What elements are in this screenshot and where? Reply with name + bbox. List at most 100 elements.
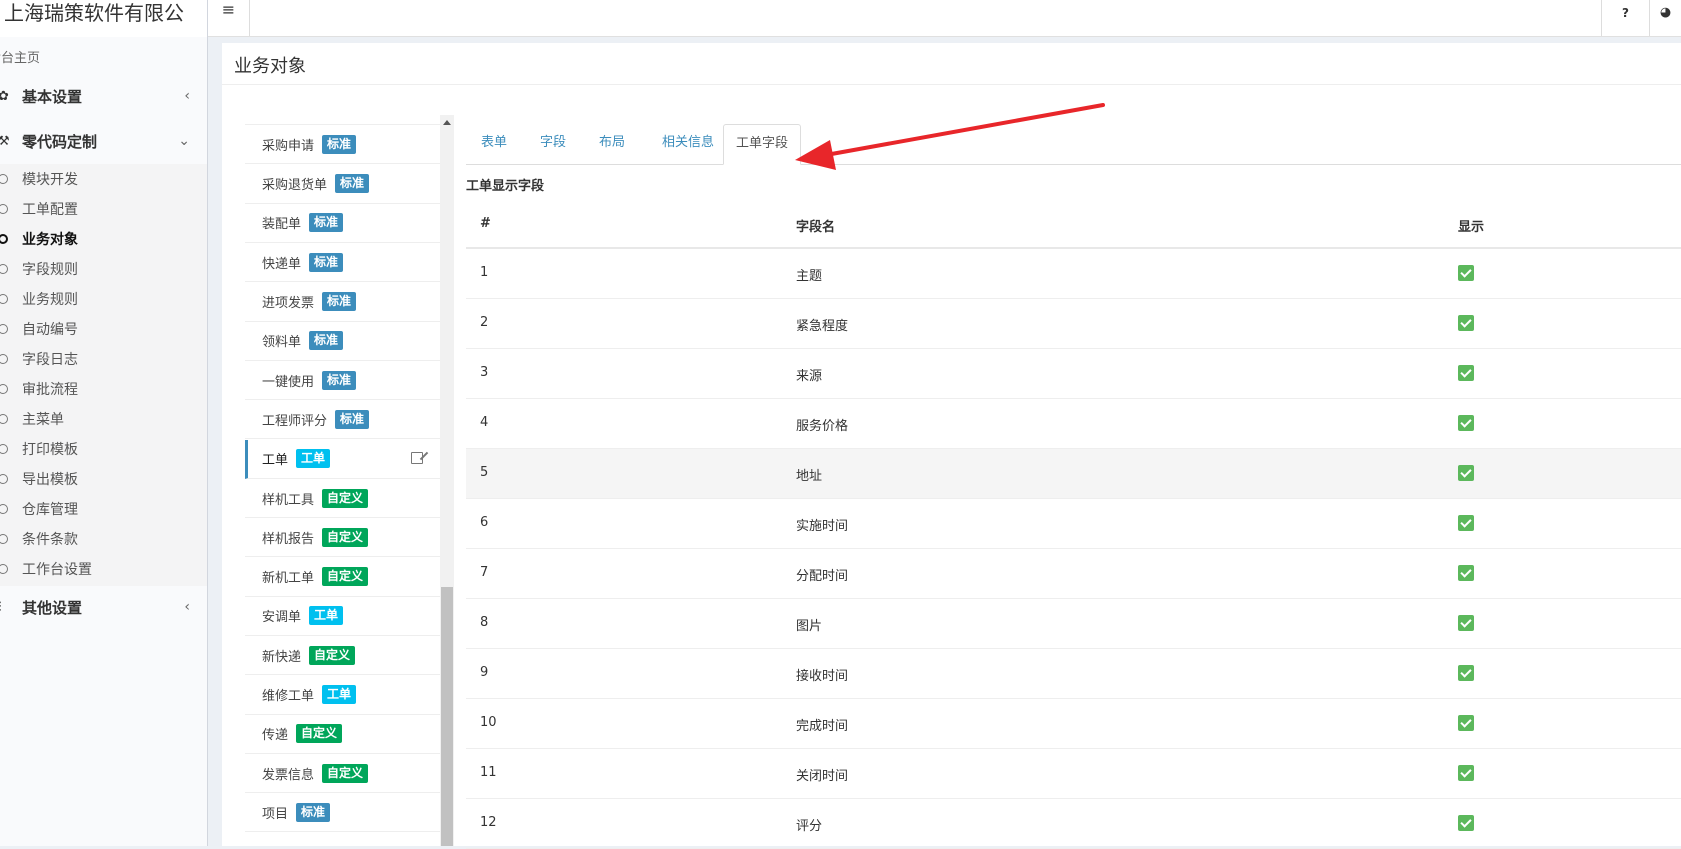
object-list-item[interactable]: 样机报告 自定义 — [245, 518, 440, 558]
sidebar-item-label: 仓库管理 — [22, 502, 78, 518]
object-type-badge: 自定义 — [322, 763, 369, 783]
menu-toggle-icon[interactable]: ≡ — [208, 0, 250, 36]
pie-chart-icon[interactable]: ◕ — [1649, 0, 1681, 36]
object-list: 工作日程标准采购申请标准采购退货单标准装配单标准快递单标准进项发票标准领料单标准… — [245, 115, 440, 846]
sidebar-item[interactable]: 字段日志 — [0, 344, 207, 374]
sidebar-item[interactable]: 工作台设置 — [0, 554, 207, 584]
field-name: 分配时间 — [796, 569, 849, 584]
sidebar-item[interactable]: 字段规则 — [0, 254, 207, 284]
object-name: 发票信息 — [262, 767, 315, 783]
sidebar-item[interactable]: 仓库管理 — [0, 494, 207, 524]
visible-checkbox[interactable] — [1458, 415, 1474, 435]
circle-icon — [0, 534, 8, 544]
object-list-item[interactable]: 领料单 标准 — [245, 322, 440, 361]
checkmark-icon — [1458, 565, 1474, 581]
object-list-item[interactable]: 采购退货单 标准 — [245, 165, 440, 204]
object-list-item[interactable]: 样机工具 自定义 — [245, 479, 440, 518]
visible-checkbox[interactable] — [1458, 265, 1474, 285]
nav-group-zero-code[interactable]: ⚒ 零代码定制 ⌄ — [0, 118, 207, 164]
scroll-up-arrow-icon[interactable] — [443, 120, 451, 125]
object-list-item[interactable]: 快递单 标准 — [245, 243, 440, 283]
tab-layout[interactable]: 布局 — [590, 124, 634, 165]
object-name: 快递单 — [262, 256, 302, 272]
object-type-badge: 标准 — [309, 252, 344, 272]
object-list-item[interactable]: 新机工单 自定义 — [245, 558, 440, 597]
visible-checkbox[interactable] — [1458, 365, 1474, 385]
tab-form[interactable]: 表单 — [472, 124, 516, 165]
row-index: 7 — [480, 565, 489, 580]
checkmark-icon — [1458, 265, 1474, 281]
sidebar-item[interactable]: 自动编号 — [0, 314, 207, 344]
sidebar-item[interactable]: 主菜单 — [0, 404, 207, 434]
circle-icon — [0, 294, 8, 304]
sliders-icon: ⫶ — [0, 600, 22, 615]
object-list-item[interactable]: 工程师评分 标准 — [245, 400, 440, 440]
visible-checkbox[interactable] — [1458, 465, 1474, 485]
object-list-item[interactable]: 维修工单 工单 — [245, 676, 440, 715]
object-list-scrollbar[interactable] — [440, 115, 454, 846]
fields-table: # 字段名 显示 1 主题 2 紧急程度 3 来源 4 服务价格 5 地址 6 实施时间 7 分配时间 8 图… — [466, 199, 1681, 849]
tab-fields[interactable]: 字段 — [531, 124, 575, 165]
row-index: 6 — [480, 515, 489, 530]
object-list-item[interactable]: 进项发票 标准 — [245, 283, 440, 322]
help-button[interactable]: ? — [1601, 0, 1649, 36]
sidebar-item[interactable]: 模块开发 — [0, 164, 207, 194]
object-list-item[interactable]: 新快递 自定义 — [245, 636, 440, 676]
nav-group-other-settings[interactable]: ⫶ 其他设置 ‹ — [0, 584, 207, 630]
object-type-badge: 标准 — [296, 802, 331, 822]
checkmark-icon — [1458, 665, 1474, 681]
circle-icon — [0, 324, 8, 334]
sidebar-item[interactable]: 条件条款 — [0, 524, 207, 554]
visible-checkbox[interactable] — [1458, 815, 1474, 835]
object-list-item[interactable]: 发票信息 自定义 — [245, 754, 440, 794]
row-index: 2 — [480, 315, 489, 330]
nav-group-basic-settings[interactable]: ✿ 基本设置 ‹ — [0, 73, 207, 119]
object-list-item[interactable]: 装配单 标准 — [245, 204, 440, 243]
object-type-badge: 自定义 — [296, 724, 343, 744]
sidebar-item[interactable]: 业务规则 — [0, 284, 207, 314]
sidebar-item[interactable]: 审批流程 — [0, 374, 207, 404]
sidebar-item[interactable]: 打印模板 — [0, 434, 207, 464]
row-index: 10 — [480, 715, 497, 730]
edit-icon[interactable] — [411, 451, 423, 464]
sidebar-item[interactable]: 工单配置 — [0, 194, 207, 224]
object-type-badge: 工单 — [296, 449, 331, 469]
sidebar: 上海瑞策软件有限公 后台主页 ✿ 基本设置 ‹ ⚒ 零代码定制 ⌄ 模块开发工单… — [0, 0, 208, 846]
visible-checkbox[interactable] — [1458, 665, 1474, 685]
sidebar-item[interactable]: 业务对象 — [0, 224, 207, 254]
object-list-item[interactable]: 安调单 工单 — [245, 597, 440, 636]
tab-related-info[interactable]: 相关信息 — [649, 124, 727, 165]
table-row: 3 来源 — [466, 349, 1681, 399]
table-header: # 字段名 显示 — [466, 199, 1681, 249]
row-index: 8 — [480, 615, 489, 630]
tab-workorder-fields[interactable]: 工单字段 — [723, 124, 801, 165]
field-name: 评分 — [796, 819, 823, 834]
sidebar-item[interactable]: 导出模板 — [0, 464, 207, 494]
object-name: 装配单 — [262, 217, 302, 233]
object-list-item[interactable]: 工作日程标准 — [245, 115, 440, 125]
visible-checkbox[interactable] — [1458, 315, 1474, 335]
object-list-item[interactable]: 工单 工单 — [245, 439, 440, 479]
object-list-item[interactable]: 一键使用 标准 — [245, 361, 440, 401]
sidebar-item-label: 字段日志 — [22, 352, 78, 368]
object-type-badge: 工单 — [309, 606, 344, 626]
object-type-badge: 标准 — [335, 409, 370, 429]
field-name: 来源 — [796, 369, 823, 384]
object-list-item[interactable]: 采购申请 标准 — [245, 125, 440, 165]
object-name: 项目 — [262, 806, 289, 822]
sidebar-item-label: 工作台设置 — [22, 562, 92, 578]
object-list-item[interactable]: 传递 自定义 — [245, 715, 440, 754]
field-name: 紧急程度 — [796, 319, 849, 334]
visible-checkbox[interactable] — [1458, 515, 1474, 535]
wrench-icon: ⚒ — [0, 134, 22, 149]
visible-checkbox[interactable] — [1458, 765, 1474, 785]
visible-checkbox[interactable] — [1458, 715, 1474, 735]
scroll-thumb[interactable] — [441, 587, 453, 846]
visible-checkbox[interactable] — [1458, 615, 1474, 635]
object-list-item[interactable]: 项目 标准 — [245, 793, 440, 833]
circle-icon — [0, 504, 8, 514]
table-row: 11 关闭时间 — [466, 749, 1681, 799]
object-name: 样机工具 — [262, 492, 315, 508]
home-link[interactable]: 后台主页 — [0, 47, 40, 66]
visible-checkbox[interactable] — [1458, 565, 1474, 585]
